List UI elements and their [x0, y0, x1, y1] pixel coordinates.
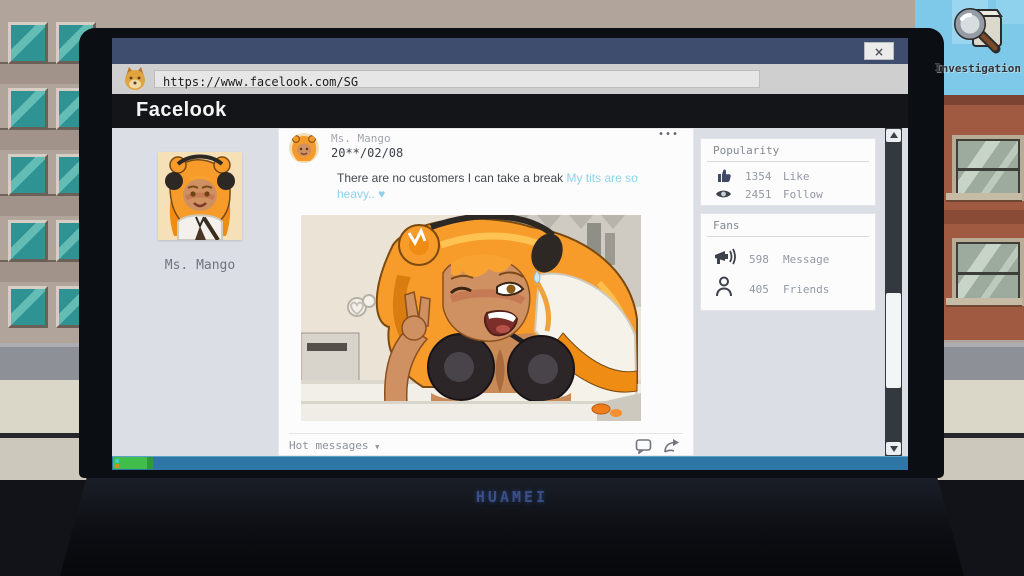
person-icon: [715, 276, 733, 302]
start-pixel-teal: [115, 459, 119, 463]
megaphone-icon: [713, 247, 737, 271]
friends-label[interactable]: Friends: [783, 283, 829, 296]
follow-count: 2451: [745, 188, 772, 201]
right-building-band: [940, 210, 1024, 224]
comment-sort-dropdown[interactable]: Hot messages ▼: [289, 439, 379, 452]
site-logo-text: Facelook: [136, 99, 227, 122]
like-label[interactable]: Like: [783, 170, 810, 183]
popularity-title: Popularity: [713, 144, 779, 157]
building-window: [8, 88, 48, 130]
building-window: [8, 22, 48, 64]
investigation-icon: [949, 41, 1007, 60]
laptop-brand-logo: HUAMEI: [60, 488, 964, 506]
brick-window: [952, 135, 1024, 201]
url-input[interactable]: [155, 74, 767, 90]
fans-title: Fans: [713, 219, 740, 232]
divider: [707, 236, 869, 237]
page-content: Ms. Mango Ms. Mango 20**/: [112, 128, 908, 456]
profile-avatar[interactable]: [158, 152, 242, 240]
comment-sort-label: Hot messages: [289, 439, 368, 452]
post-text-plain: There are no customers I can take a brea…: [337, 171, 566, 185]
building-window: [8, 154, 48, 196]
post-author-avatar[interactable]: [289, 133, 319, 163]
scroll-up-button[interactable]: [886, 129, 901, 142]
share-icon[interactable]: [662, 438, 680, 456]
thumbs-up-icon: [717, 168, 732, 187]
post-date: 20**/02/08: [331, 146, 403, 160]
building-window: [8, 220, 48, 262]
popularity-panel: Popularity 1354 Like 2451 F: [700, 138, 876, 206]
start-button[interactable]: [113, 457, 153, 469]
scrollbar-thumb[interactable]: [886, 293, 901, 388]
message-label[interactable]: Message: [783, 253, 829, 266]
post-divider: [289, 433, 683, 434]
investigation-label: Investigation: [934, 62, 1022, 75]
building-window: [8, 286, 48, 328]
follow-label[interactable]: Follow: [783, 188, 823, 201]
scroll-down-button[interactable]: [886, 442, 901, 455]
triangle-down-icon: [890, 446, 898, 452]
fans-panel: Fans 598 Message: [700, 213, 876, 311]
comment-icon[interactable]: [635, 438, 653, 456]
os-taskbar: [112, 456, 908, 470]
profile-name: Ms. Mango: [128, 258, 272, 273]
laptop-screen: × Facelook: [112, 38, 908, 470]
window-sill: [946, 298, 1022, 307]
triangle-up-icon: [890, 132, 898, 138]
game-scene: Investigation HUAMEI × Facelook: [0, 0, 1024, 576]
eye-icon: [715, 186, 732, 205]
post-image[interactable]: [301, 215, 641, 421]
caret-down-icon: ▼: [375, 443, 379, 451]
like-count: 1354: [745, 170, 772, 183]
address-bar[interactable]: [154, 70, 760, 88]
brick-window: [952, 238, 1024, 306]
post-menu-icon[interactable]: •••: [658, 129, 679, 140]
investigation-shortcut[interactable]: Investigation: [934, 6, 1022, 86]
divider: [707, 161, 869, 162]
page-scrollbar[interactable]: [885, 128, 902, 456]
window-sill: [946, 193, 1022, 202]
message-count: 598: [749, 253, 769, 266]
doge-browser-icon: [122, 66, 148, 92]
post-card: Ms. Mango 20**/02/08 ••• There are no cu…: [278, 128, 694, 456]
site-header-bar: [112, 94, 908, 128]
browser-title-bar: [112, 38, 908, 64]
close-button[interactable]: ×: [864, 42, 894, 60]
friends-count: 405: [749, 283, 769, 296]
post-author-name[interactable]: Ms. Mango: [331, 132, 391, 145]
start-pixel-orange: [115, 464, 119, 468]
post-text: There are no customers I can take a brea…: [337, 171, 639, 202]
right-building-cornice: [940, 95, 1024, 105]
